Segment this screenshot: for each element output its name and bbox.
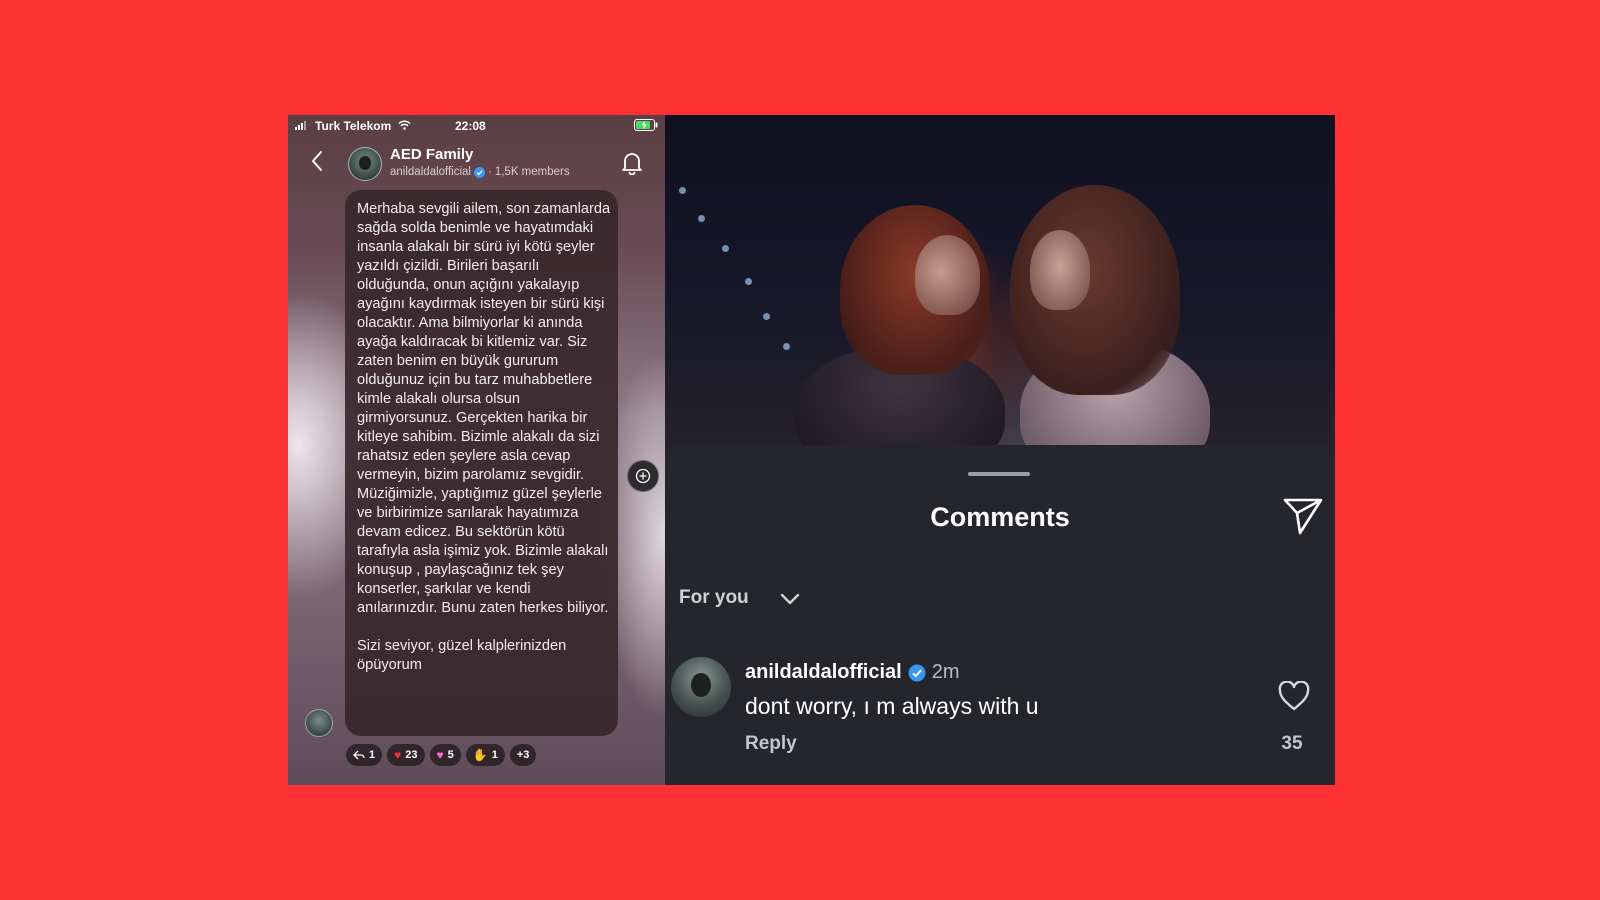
hands-icon: ✋ — [472, 748, 488, 762]
separator-dot: · — [487, 166, 492, 178]
concert-photo — [665, 115, 1335, 455]
sender-avatar[interactable] — [305, 709, 333, 737]
reaction-hands[interactable]: ✋ 1 — [465, 744, 505, 766]
reply-button[interactable]: Reply — [745, 733, 797, 755]
chevron-down-icon[interactable] — [780, 593, 800, 605]
forward-button[interactable] — [627, 460, 659, 492]
channel-name[interactable]: AED Family — [390, 146, 473, 163]
reply-arrow-icon — [353, 750, 365, 760]
reaction-red-heart[interactable]: ♥ 23 — [387, 744, 425, 766]
message-text: Merhaba sevgili ailem, son zamanlarda sa… — [357, 201, 611, 673]
reply-count: 1 — [369, 749, 376, 761]
carrier-name: Turk Telekom — [315, 119, 392, 133]
video-comments-screen: Comments For you anildaldalofficial 2m d… — [665, 115, 1335, 785]
signal-icon — [295, 121, 306, 130]
comments-title: Comments — [930, 502, 1070, 532]
sparkling-heart-icon: ♥ — [436, 748, 444, 762]
like-count: 35 — [1281, 733, 1303, 754]
verified-badge-icon — [908, 664, 926, 681]
comment-username[interactable]: anildaldalofficial — [745, 661, 902, 684]
screenshot-collage: Turk Telekom 22:08 AED Family anildaldal… — [288, 115, 1335, 785]
sort-dropdown[interactable]: For you — [679, 587, 749, 609]
more-reactions-count: +3 — [516, 749, 530, 761]
comment-header: anildaldalofficial 2m — [745, 661, 960, 684]
hands-count: 1 — [491, 749, 498, 761]
channel-members: 1,5K members — [494, 166, 570, 178]
drag-handle[interactable] — [968, 472, 1030, 476]
reactions-row: 1 ♥ 23 ♥ 5 ✋ 1 +3 — [346, 744, 537, 766]
share-icon — [635, 468, 651, 484]
channel-chat-screen: Turk Telekom 22:08 AED Family anildaldal… — [288, 115, 665, 785]
heart-icon[interactable] — [1278, 681, 1310, 711]
channel-subtitle: anildaldalofficial · 1,5K members — [390, 166, 570, 178]
status-bar: Turk Telekom 22:08 — [288, 115, 665, 137]
back-chevron-icon[interactable] — [310, 150, 324, 172]
channel-handle: anildaldalofficial — [390, 166, 471, 178]
comment-time: 2m — [931, 661, 960, 683]
channel-avatar[interactable] — [348, 147, 382, 181]
red-heart-count: 23 — [405, 749, 418, 761]
message-bubble[interactable]: Merhaba sevgili ailem, son zamanlarda sa… — [345, 190, 618, 736]
bell-icon[interactable] — [621, 151, 643, 175]
comment-avatar[interactable] — [671, 657, 731, 717]
battery-charging-icon — [634, 119, 658, 131]
send-icon[interactable] — [1283, 497, 1323, 535]
reply-count-chip[interactable]: 1 — [346, 744, 383, 766]
comment-text: dont worry, ı m always with u — [745, 693, 1039, 719]
reaction-pink-heart[interactable]: ♥ 5 — [429, 744, 461, 766]
red-heart-icon: ♥ — [394, 748, 402, 762]
verified-badge-icon — [473, 166, 485, 178]
pink-heart-count: 5 — [447, 749, 454, 761]
wifi-icon — [398, 120, 411, 130]
status-time: 22:08 — [455, 119, 486, 133]
more-reactions-chip[interactable]: +3 — [509, 744, 537, 766]
comments-sheet: Comments For you anildaldalofficial 2m d… — [665, 445, 1335, 785]
